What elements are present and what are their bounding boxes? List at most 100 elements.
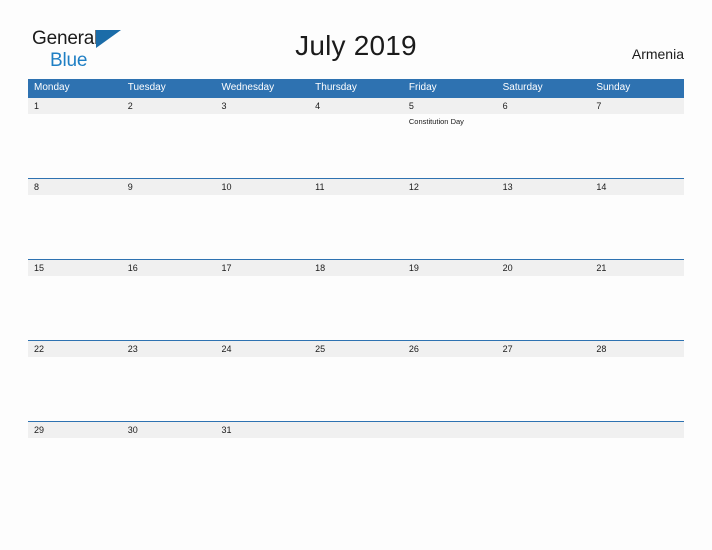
day-number[interactable]: 3 <box>215 98 309 114</box>
day-of-week-header-row: Monday Tuesday Wednesday Thursday Friday… <box>28 79 684 97</box>
day-number[interactable]: 20 <box>497 260 591 276</box>
week-events-row <box>28 357 684 360</box>
day-number[interactable]: 24 <box>215 341 309 357</box>
dow-sunday: Sunday <box>596 82 631 93</box>
day-number[interactable]: 26 <box>403 341 497 357</box>
day-number[interactable]: 16 <box>122 260 216 276</box>
day-events-cell <box>215 357 309 360</box>
day-events-cell <box>590 438 684 441</box>
day-events-cell <box>122 195 216 198</box>
day-events-cell <box>215 438 309 441</box>
day-number[interactable]: 19 <box>403 260 497 276</box>
day-events-cell <box>309 357 403 360</box>
week-events-row <box>28 276 684 279</box>
day-number[interactable]: 25 <box>309 341 403 357</box>
day-number[interactable]: 29 <box>28 422 122 438</box>
day-number <box>403 422 497 438</box>
day-events-cell <box>590 114 684 127</box>
day-events-cell <box>497 276 591 279</box>
week-date-numbers: 8 9 10 11 12 13 14 <box>28 179 684 195</box>
day-number[interactable]: 18 <box>309 260 403 276</box>
day-number[interactable]: 23 <box>122 341 216 357</box>
dow-friday: Friday <box>408 82 437 93</box>
day-number[interactable]: 15 <box>28 260 122 276</box>
holiday-event-label: Constitution Day <box>408 117 464 126</box>
calendar-week-row: 1 2 3 4 5 6 7 Constitution Day <box>28 97 684 178</box>
country-label: Armenia <box>631 46 684 62</box>
day-events-cell <box>309 276 403 279</box>
day-number[interactable]: 5 <box>403 98 497 114</box>
calendar-weeks: 1 2 3 4 5 6 7 Constitution Day 8 9 10 11 12 13 14 15 16 1… <box>28 97 684 502</box>
week-events-row <box>28 195 684 198</box>
dow-saturday: Saturday <box>502 82 543 93</box>
day-number[interactable]: 1 <box>28 98 122 114</box>
day-events-cell <box>309 195 403 198</box>
day-number <box>590 422 684 438</box>
day-number[interactable]: 12 <box>403 179 497 195</box>
day-events-cell <box>309 438 403 441</box>
day-events-cell <box>122 114 216 127</box>
day-number[interactable]: 8 <box>28 179 122 195</box>
day-events-cell <box>28 438 122 441</box>
day-events-cell <box>590 276 684 279</box>
day-number[interactable]: 10 <box>215 179 309 195</box>
calendar-page: General Blue July 2019 Armenia Monday Tu… <box>0 0 712 550</box>
day-number[interactable]: 30 <box>122 422 216 438</box>
day-events-cell <box>122 276 216 279</box>
day-number[interactable]: 14 <box>590 179 684 195</box>
day-number <box>497 422 591 438</box>
day-events-cell <box>497 357 591 360</box>
day-events-cell <box>28 114 122 127</box>
calendar-week-row: 29 30 31 <box>28 421 684 502</box>
calendar-week-row: 15 16 17 18 19 20 21 <box>28 259 684 340</box>
day-events-cell <box>403 438 497 441</box>
day-events-cell <box>590 357 684 360</box>
day-events-cell <box>403 195 497 198</box>
dow-tuesday: Tuesday <box>127 82 166 93</box>
week-events-row: Constitution Day <box>28 114 684 127</box>
day-number[interactable]: 28 <box>590 341 684 357</box>
day-number[interactable]: 17 <box>215 260 309 276</box>
day-number[interactable]: 27 <box>497 341 591 357</box>
dow-wednesday: Wednesday <box>221 82 275 93</box>
day-events-cell <box>497 195 591 198</box>
day-events-cell <box>215 195 309 198</box>
day-events-cell: Constitution Day <box>403 114 497 127</box>
week-date-numbers: 29 30 31 <box>28 422 684 438</box>
day-number[interactable]: 6 <box>497 98 591 114</box>
day-number[interactable]: 22 <box>28 341 122 357</box>
calendar-week-row: 8 9 10 11 12 13 14 <box>28 178 684 259</box>
page-title: July 2019 <box>295 30 417 61</box>
dow-thursday: Thursday <box>315 82 357 93</box>
day-events-cell <box>215 114 309 127</box>
day-number[interactable]: 2 <box>122 98 216 114</box>
day-events-cell <box>403 276 497 279</box>
day-number <box>309 422 403 438</box>
week-events-row <box>28 438 684 441</box>
day-events-cell <box>497 114 591 127</box>
day-number[interactable]: 9 <box>122 179 216 195</box>
day-number[interactable]: 21 <box>590 260 684 276</box>
day-events-cell <box>497 438 591 441</box>
day-events-cell <box>590 195 684 198</box>
day-number[interactable]: 7 <box>590 98 684 114</box>
calendar-grid: Monday Tuesday Wednesday Thursday Friday… <box>28 79 684 502</box>
day-events-cell <box>403 357 497 360</box>
day-events-cell <box>28 276 122 279</box>
day-number[interactable]: 4 <box>309 98 403 114</box>
week-date-numbers: 22 23 24 25 26 27 28 <box>28 341 684 357</box>
day-events-cell <box>122 357 216 360</box>
week-date-numbers: 15 16 17 18 19 20 21 <box>28 260 684 276</box>
day-events-cell <box>309 114 403 127</box>
page-header: General Blue July 2019 Armenia <box>0 0 712 78</box>
day-events-cell <box>122 438 216 441</box>
calendar-week-row: 22 23 24 25 26 27 28 <box>28 340 684 421</box>
dow-monday: Monday <box>34 82 70 93</box>
day-events-cell <box>28 357 122 360</box>
day-events-cell <box>215 276 309 279</box>
day-number[interactable]: 13 <box>497 179 591 195</box>
day-number[interactable]: 31 <box>215 422 309 438</box>
day-number[interactable]: 11 <box>309 179 403 195</box>
day-events-cell <box>28 195 122 198</box>
week-date-numbers: 1234567 <box>28 98 684 114</box>
